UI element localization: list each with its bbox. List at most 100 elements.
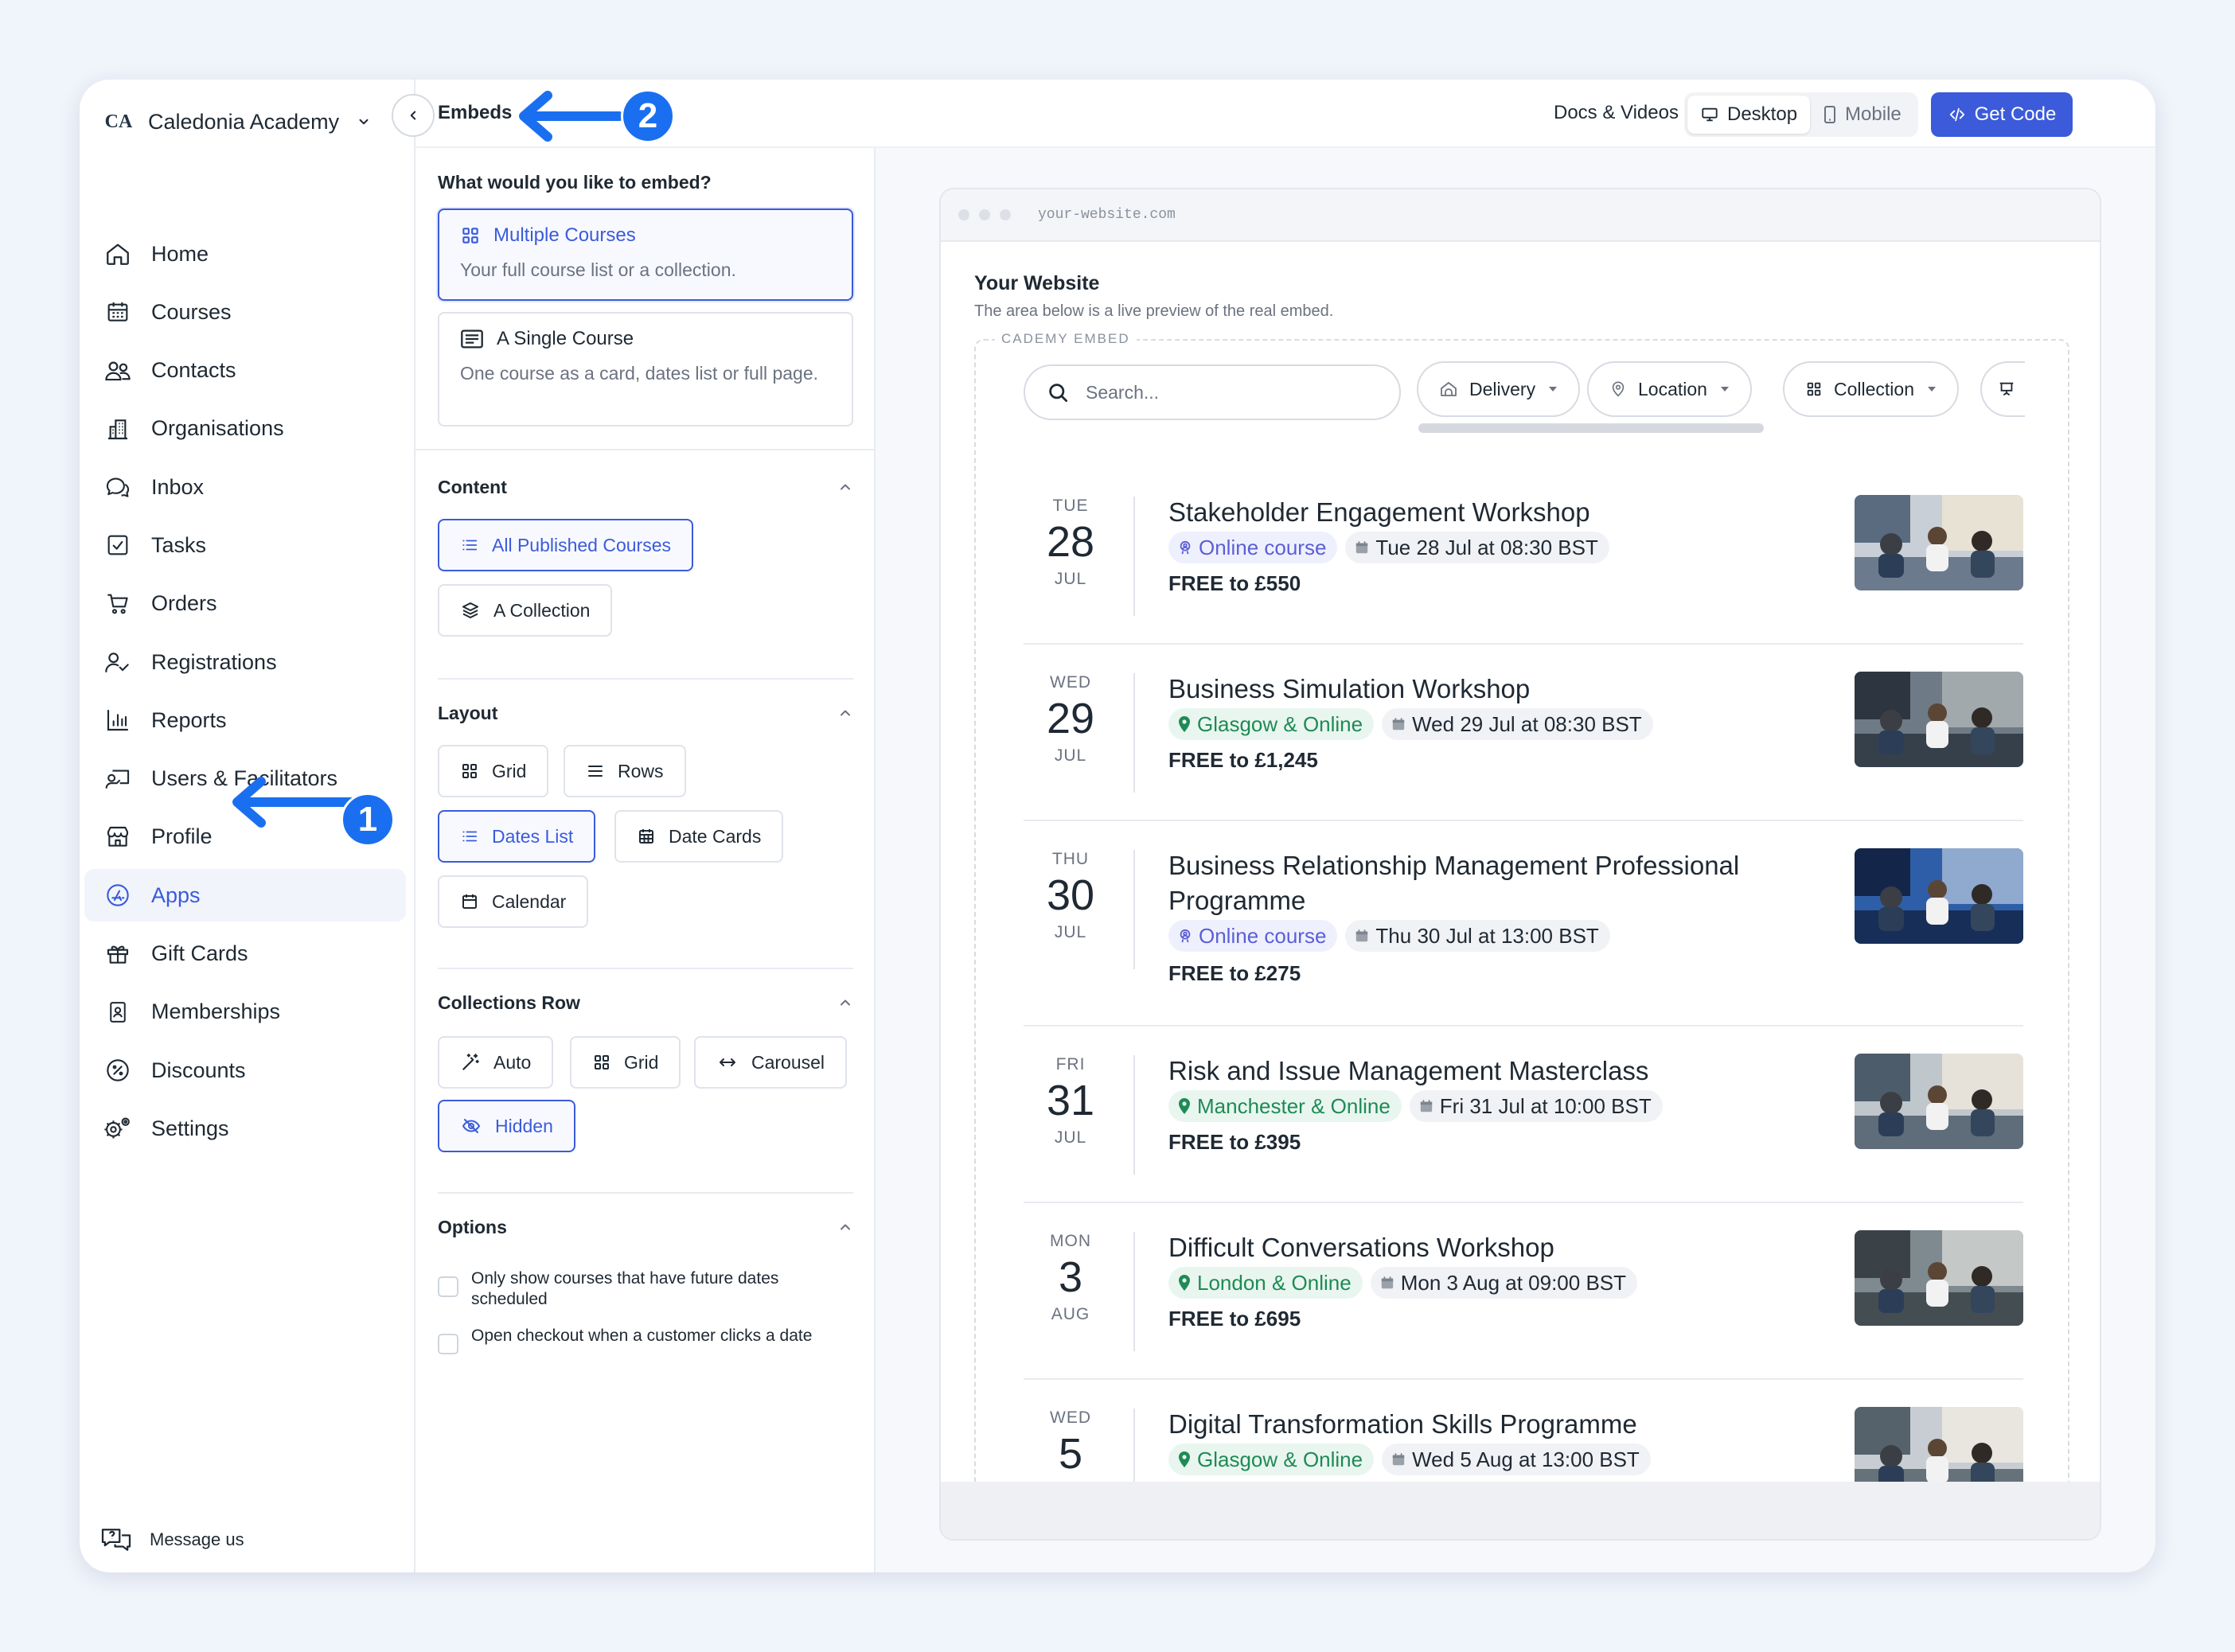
event-title[interactable]: Business Relationship Management Profess… xyxy=(1168,848,1853,918)
content-a-collection[interactable]: A Collection xyxy=(438,584,613,637)
event-thumbnail[interactable] xyxy=(1855,1054,2023,1149)
search-input[interactable]: Search... xyxy=(1024,364,1401,420)
sidebar-item-apps[interactable]: Apps xyxy=(84,869,406,922)
sidebar-item-contacts[interactable]: Contacts xyxy=(84,345,406,397)
mobile-label: Mobile xyxy=(1845,103,1902,125)
layout-calendar[interactable]: Calendar xyxy=(438,875,589,928)
sidebar-item-organisations[interactable]: Organisations xyxy=(84,403,406,455)
layout-section-header[interactable]: Layout xyxy=(438,697,853,729)
rows-icon xyxy=(588,766,603,777)
layout-rows[interactable]: Rows xyxy=(564,745,686,797)
event-title[interactable]: Digital Transformation Skills Programme xyxy=(1168,1407,1853,1442)
arrows-horizontal-icon xyxy=(720,1058,735,1066)
filter-more[interactable] xyxy=(1980,361,2025,417)
calendar-icon xyxy=(102,296,134,328)
collections-row-carousel[interactable]: Carousel xyxy=(694,1036,848,1089)
docs-videos-link[interactable]: Docs & Videos xyxy=(1554,102,1703,124)
event-title[interactable]: Difficult Conversations Workshop xyxy=(1168,1230,1853,1265)
event-thumbnail[interactable] xyxy=(1855,672,2023,767)
event-row[interactable]: WED 29 JUL Business Simulation Workshop Glas… xyxy=(1024,645,2023,821)
sidebar-item-orders[interactable]: Orders xyxy=(84,578,406,630)
layout-date-cards[interactable]: Date Cards xyxy=(614,810,784,863)
sidebar-item-courses[interactable]: Courses xyxy=(84,286,406,338)
option-open-checkout[interactable]: Open checkout when a customer clicks a d… xyxy=(438,1326,836,1354)
event-row[interactable]: TUE 28 JUL Stakeholder Engagement Workshop O… xyxy=(1024,468,2023,645)
browser-footer xyxy=(941,1482,2100,1539)
browser-bar: your-website.com xyxy=(941,189,2100,242)
sidebar-item-label: Discounts xyxy=(151,1058,246,1082)
sidebar-item-inbox[interactable]: Inbox xyxy=(84,461,406,513)
sidebar-item-discounts[interactable]: Discounts xyxy=(84,1044,406,1097)
docs-videos-label: Docs & Videos xyxy=(1554,102,1679,123)
sidebar-item-label: Courses xyxy=(151,299,232,324)
event-dow: TUE xyxy=(1052,497,1089,515)
event-month: AUG xyxy=(1051,1305,1090,1323)
event-row[interactable]: MON 3 AUG Difficult Conversations Workshop L… xyxy=(1024,1203,2023,1380)
event-tags: Manchester & Online Fri 31 Jul at 10:00 B… xyxy=(1168,1090,1671,1122)
sidebar-item-label: Reports xyxy=(151,707,227,732)
storefront-icon xyxy=(102,821,134,853)
event-thumbnail[interactable] xyxy=(1855,848,2023,944)
embed-option-single-course[interactable]: A Single Course One course as a card, da… xyxy=(438,312,853,427)
event-price: FREE to £550 xyxy=(1168,571,1301,595)
get-code-button[interactable]: Get Code xyxy=(1931,92,2073,137)
options-section-header[interactable]: Options xyxy=(438,1211,853,1243)
preview-title: Your Website xyxy=(974,272,1100,294)
event-title[interactable]: Risk and Issue Management Masterclass xyxy=(1168,1054,1853,1089)
chip-label: Carousel xyxy=(751,1051,825,1073)
sidebar-item-label: Gift Cards xyxy=(151,941,248,966)
brand-name: Caledonia Academy xyxy=(148,109,340,134)
content-all-published-courses[interactable]: All Published Courses xyxy=(438,519,694,571)
delivery-tag: Manchester & Online xyxy=(1168,1090,1402,1122)
event-thumbnail[interactable] xyxy=(1855,1230,2023,1326)
sidebar-item-settings[interactable]: Settings xyxy=(84,1102,406,1155)
filter-collection[interactable]: Collection xyxy=(1783,361,1959,417)
event-date: THU 30 JUL xyxy=(1024,850,1118,942)
event-row[interactable]: THU 30 JUL Business Relationship Management… xyxy=(1024,821,2023,1027)
event-dow: THU xyxy=(1051,850,1090,868)
option-future-dates[interactable]: Only show courses that have future dates… xyxy=(438,1268,836,1310)
sidebar-item-tasks[interactable]: Tasks xyxy=(84,519,406,571)
phone-icon xyxy=(1824,106,1836,123)
mobile-toggle[interactable]: Mobile xyxy=(1810,95,1914,134)
sidebar-item-label: Tasks xyxy=(151,532,207,557)
magic-wand-icon xyxy=(462,1054,479,1070)
filter-location[interactable]: Location xyxy=(1587,361,1752,417)
sidebar-item-home[interactable]: Home xyxy=(84,228,406,280)
chip-label: A Collection xyxy=(493,599,591,621)
message-us-button[interactable]: Message us xyxy=(100,1520,244,1560)
chat-support-icon xyxy=(100,1526,132,1553)
event-title[interactable]: Stakeholder Engagement Workshop xyxy=(1168,495,1853,530)
desktop-toggle[interactable]: Desktop xyxy=(1687,95,1811,134)
embed-option-multiple-courses[interactable]: Multiple Courses Your full course list o… xyxy=(438,208,853,301)
collections-row-section-header[interactable]: Collections Row xyxy=(438,987,853,1019)
event-price: FREE to £395 xyxy=(1168,1130,1301,1154)
sidebar-item-reports[interactable]: Reports xyxy=(84,694,406,746)
filter-delivery[interactable]: Delivery xyxy=(1417,361,1581,417)
collections-row-grid[interactable]: Grid xyxy=(570,1036,681,1089)
layout-grid[interactable]: Grid xyxy=(438,745,549,797)
event-row[interactable]: FRI 31 JUL Risk and Issue Management Master… xyxy=(1024,1027,2023,1203)
event-date: TUE 28 JUL xyxy=(1024,497,1118,589)
collections-row-hidden[interactable]: Hidden xyxy=(438,1100,575,1152)
chevron-down-icon xyxy=(359,119,369,125)
section-title: Content xyxy=(438,476,507,497)
sidebar-item-gift-cards[interactable]: Gift Cards xyxy=(84,928,406,980)
filter-scrollbar[interactable] xyxy=(1418,423,1764,433)
event-title[interactable]: Business Simulation Workshop xyxy=(1168,672,1853,707)
chip-label: Date Cards xyxy=(669,825,762,847)
content-section-header[interactable]: Content xyxy=(438,471,853,503)
layout-dates-list[interactable]: Dates List xyxy=(438,810,596,863)
sidebar-item-memberships[interactable]: Memberships xyxy=(84,986,406,1038)
sidebar-item-registrations[interactable]: Registrations xyxy=(84,636,406,688)
browser-url: your-website.com xyxy=(1038,207,1176,223)
gift-icon xyxy=(102,938,134,970)
checkbox[interactable] xyxy=(438,1334,458,1354)
org-switcher[interactable]: CA Caledonia Academy xyxy=(100,95,371,148)
checkbox[interactable] xyxy=(438,1276,458,1297)
event-tags: Online course Thu 30 Jul at 13:00 BST xyxy=(1168,920,1618,952)
event-thumbnail[interactable] xyxy=(1855,495,2023,590)
collections-row-auto[interactable]: Auto xyxy=(438,1036,554,1089)
grid-icon xyxy=(462,764,477,778)
cart-icon xyxy=(102,588,134,620)
